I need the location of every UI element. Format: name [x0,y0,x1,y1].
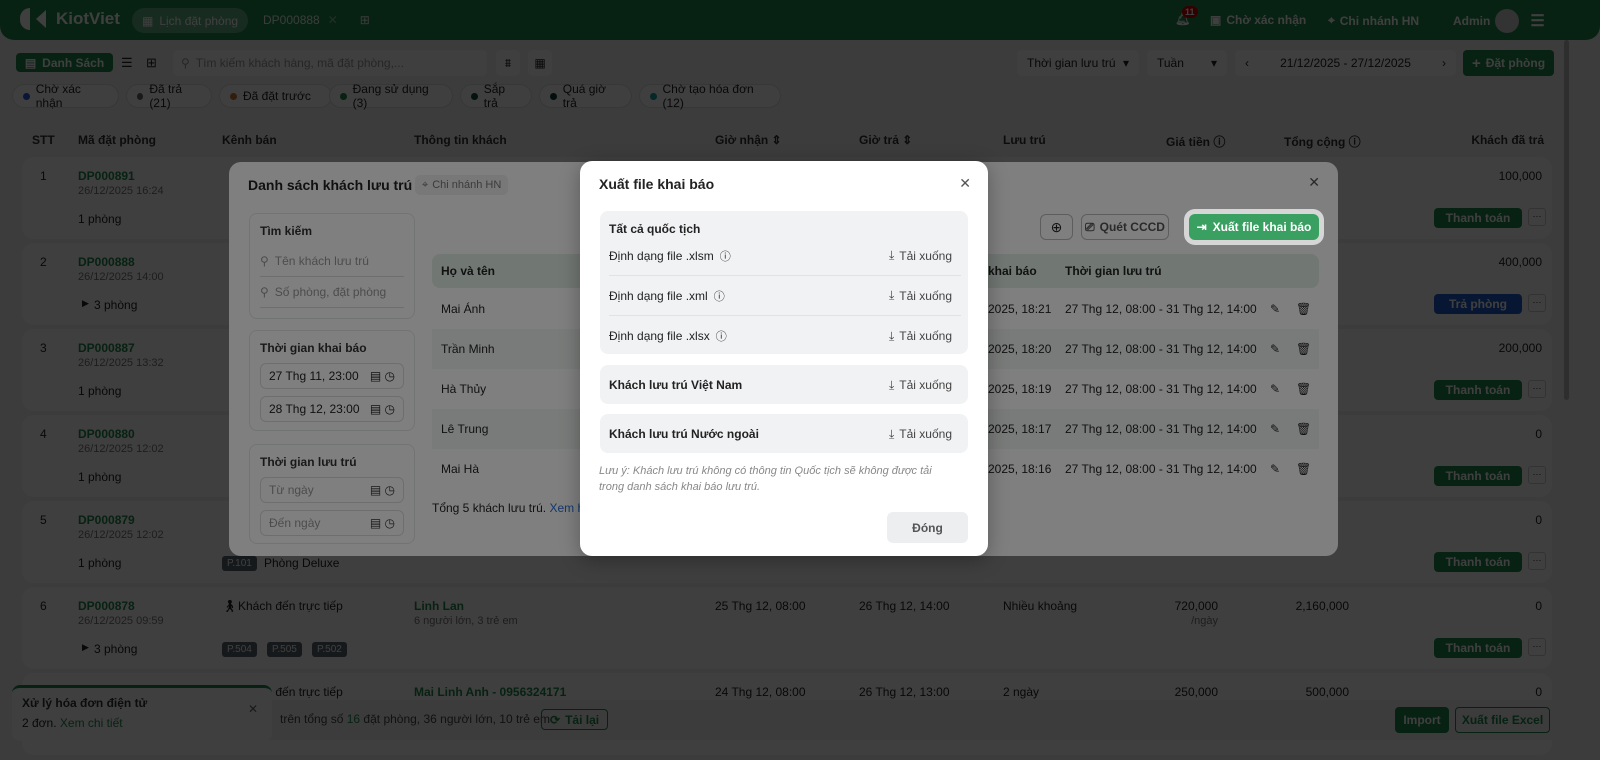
download-label: Tải xuống [899,329,952,343]
format-name: Định dạng file .xlsx [609,329,710,343]
info-icon[interactable]: ⓘ [720,248,731,264]
format-name: Định dạng file .xlsm [609,248,714,263]
download-button[interactable]: ⤓ Tải xuống [889,427,952,442]
format-row: Định dạng file .xlsm ⓘ ⤓ Tải xuống [609,236,961,276]
format-label: Định dạng file .xlsm ⓘ [609,248,731,264]
download-icon: ⤓ [888,248,895,262]
file-export-icon: ⇥ [1196,220,1207,234]
format-row: Định dạng file .xlsx ⓘ ⤓ Tải xuống [609,316,961,356]
download-label: Tải xuống [899,288,952,303]
export-declaration-button[interactable]: ⇥ Xuất file khai báo [1189,214,1319,240]
close-button[interactable]: Đóng [887,512,968,543]
download-button[interactable]: ⤓ Tải xuống [889,378,952,393]
download-icon: ⤓ [888,426,895,441]
download-button[interactable]: ⤓ Tải xuống [889,248,952,263]
download-button[interactable]: ⤓ Tải xuống [889,288,952,303]
foreign-guests-group: Khách lưu trú Nước ngoài ⤓ Tải xuống [600,414,968,453]
info-icon[interactable]: ⓘ [716,328,727,344]
download-icon: ⤓ [888,288,895,302]
vietnam-guests-group: Khách lưu trú Việt Nam ⤓ Tải xuống [600,365,968,404]
download-button[interactable]: ⤓ Tải xuống [889,329,952,344]
close-icon[interactable]: ✕ [959,175,971,192]
format-row: Định dạng file .xml ⓘ ⤓ Tải xuống [609,276,961,316]
download-label: Tải xuống [899,427,952,441]
info-icon[interactable]: ⓘ [714,288,725,304]
export-declaration-modal: Xuất file khai báo ✕ Tất cả quốc tịch Đị… [580,161,988,556]
download-icon: ⤓ [888,377,895,392]
download-label: Tải xuống [899,248,952,263]
format-name: Định dạng file .xml [609,288,708,303]
note-text: Lưu ý: Khách lưu trú không có thông tin … [599,465,932,493]
download-label: Tải xuống [899,378,952,392]
download-icon: ⤓ [888,328,895,343]
group-label: Khách lưu trú Nước ngoài [609,427,759,441]
all-nationality-group: Tất cả quốc tịch Định dạng file .xlsm ⓘ ⤓ T… [600,211,968,354]
group-label: Khách lưu trú Việt Nam [609,378,743,392]
group-label: Tất cả quốc tịch [609,222,701,236]
format-label: Định dạng file .xlsx ⓘ [609,328,727,344]
format-label: Định dạng file .xml ⓘ [609,288,725,304]
export-label: Xuất file khai báo [1212,220,1312,234]
modal-title: Xuất file khai báo [599,176,715,192]
